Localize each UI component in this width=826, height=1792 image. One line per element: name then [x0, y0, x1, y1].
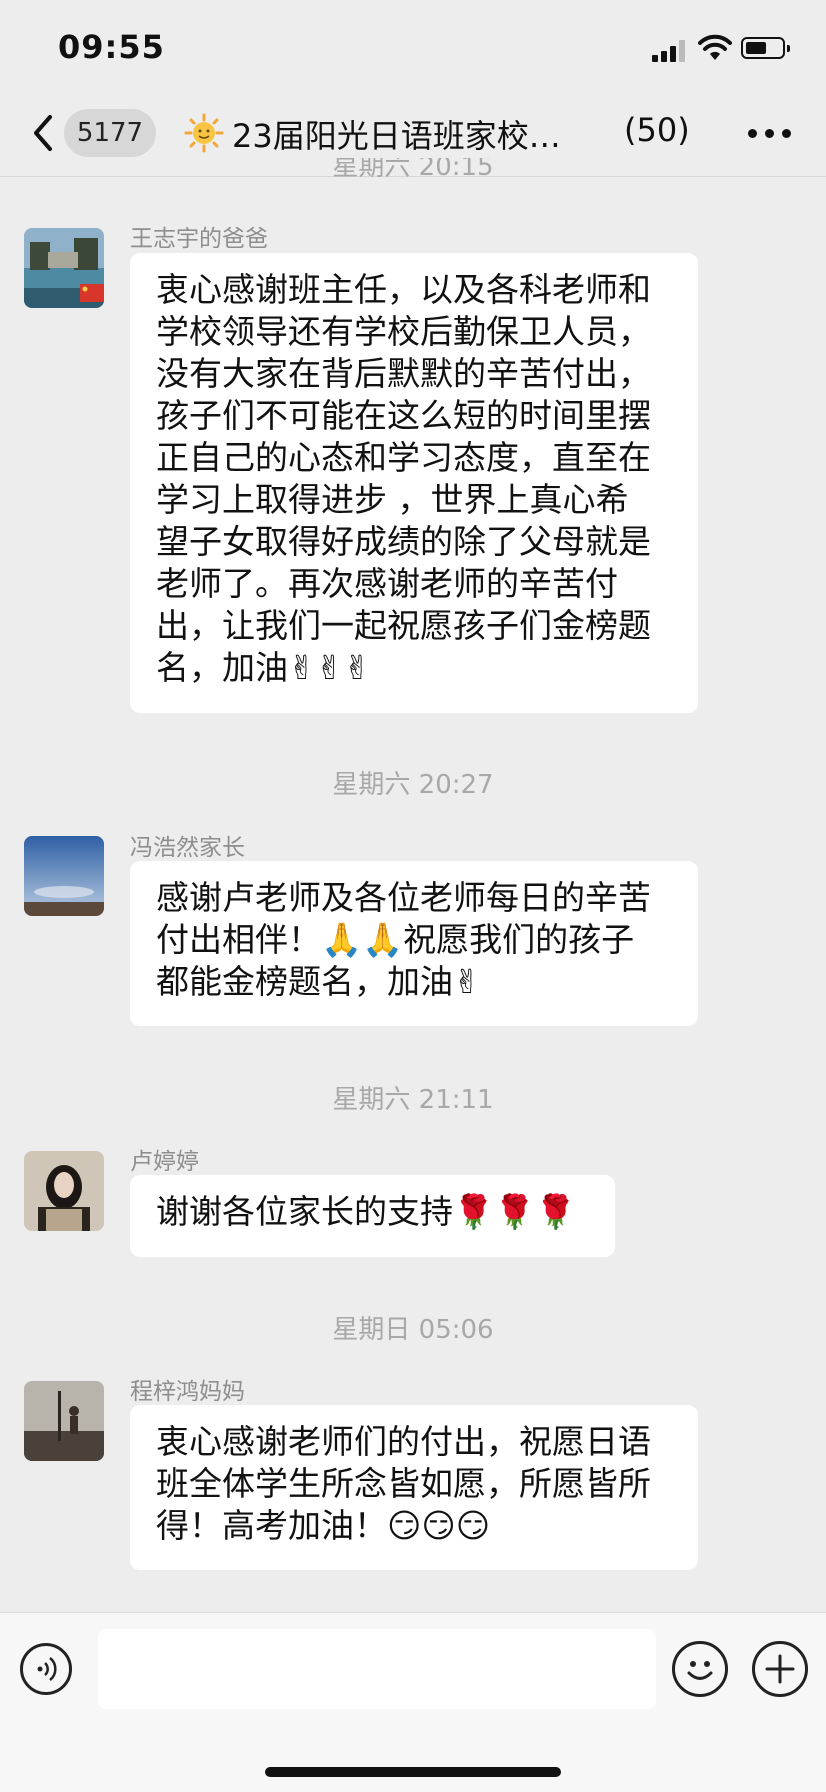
status-time: 09:55 — [58, 28, 165, 66]
more-options-icon[interactable] — [748, 129, 792, 141]
unread-count-badge[interactable]: 5177 — [64, 109, 156, 157]
voice-input-icon[interactable] — [20, 1643, 72, 1695]
group-name: 23届阳光日语班家校… — [232, 117, 561, 155]
timestamp: 星期六 20:27 — [332, 770, 494, 800]
message-text: 衷心感谢班主任，以及各科老师和 学校领导还有学校后勤保卫人员， 没有大家在背后默… — [156, 270, 651, 687]
avatar[interactable] — [24, 228, 104, 308]
sky-photo-avatar — [24, 836, 104, 916]
avatar[interactable] — [24, 836, 104, 916]
sender-name: 卢婷婷 — [130, 1149, 199, 1175]
home-indicator — [265, 1767, 561, 1777]
timestamp-partial-text: 星期六 20:15 — [332, 158, 494, 178]
plus-icon[interactable] — [752, 1641, 808, 1697]
message-text: 衷心感谢老师们的付出，祝愿日语 班全体学生所念皆如愿，所愿皆所 得！高考加油！😏… — [156, 1422, 651, 1545]
timestamp-partial: 星期六 20:15 — [0, 158, 826, 178]
timestamp: 星期六 21:11 — [332, 1085, 494, 1115]
message-text: 感谢卢老师及各位老师每日的辛苦 付出相伴！🙏🙏祝愿我们的孩子 都能金榜题名，加油… — [156, 878, 651, 1001]
pool-photo-avatar — [24, 228, 104, 308]
sender-name: 程梓鸿妈妈 — [130, 1379, 245, 1405]
wifi-icon — [698, 34, 732, 60]
battery-icon — [741, 37, 790, 59]
message-text: 谢谢各位家长的支持🌹🌹🌹 — [156, 1192, 577, 1231]
outdoor-photo-avatar — [24, 1381, 104, 1461]
sun-emoji-icon — [184, 113, 224, 153]
message-input[interactable] — [98, 1629, 656, 1709]
emoji-icon[interactable] — [672, 1641, 728, 1697]
message-bubble[interactable]: 衷心感谢老师们的付出，祝愿日语 班全体学生所念皆如愿，所愿皆所 得！高考加油！😏… — [130, 1405, 698, 1570]
timestamp: 星期日 05:06 — [332, 1315, 494, 1345]
message-bubble[interactable]: 衷心感谢班主任，以及各科老师和 学校领导还有学校后勤保卫人员， 没有大家在背后默… — [130, 253, 698, 713]
avatar[interactable] — [24, 1151, 104, 1231]
message-bubble[interactable]: 谢谢各位家长的支持🌹🌹🌹 — [130, 1175, 615, 1257]
input-bar — [0, 1612, 826, 1792]
sender-name: 冯浩然家长 — [130, 835, 245, 861]
status-bar: 09:55 — [0, 0, 826, 95]
portrait-avatar — [24, 1151, 104, 1231]
cellular-signal-icon — [652, 40, 690, 62]
avatar[interactable] — [24, 1381, 104, 1461]
sender-name: 王志宇的爸爸 — [130, 226, 268, 252]
back-arrow-icon[interactable] — [28, 111, 60, 155]
message-bubble[interactable]: 感谢卢老师及各位老师每日的辛苦 付出相伴！🙏🙏祝愿我们的孩子 都能金榜题名，加油… — [130, 861, 698, 1026]
member-count: (50) — [624, 111, 690, 149]
